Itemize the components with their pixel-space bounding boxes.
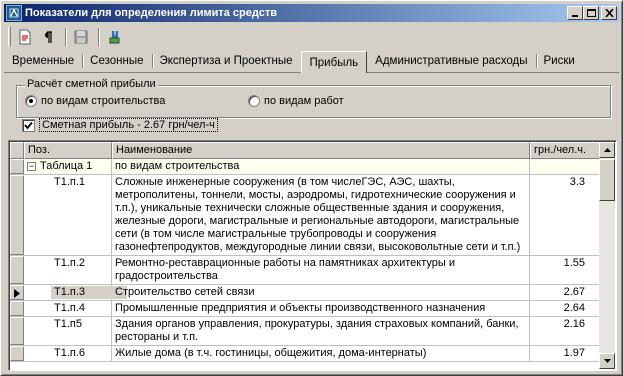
minimize-button[interactable] (567, 6, 583, 20)
radio-selected-icon (25, 95, 37, 107)
tab-temporary[interactable]: Временные (4, 50, 82, 72)
paragraph-button[interactable] (38, 27, 58, 47)
toolbar-separator (98, 27, 100, 46)
row-name: Ремонтно-реставрационные работы на памят… (112, 256, 530, 284)
toolbar (4, 24, 619, 49)
table-header: Поз. Наименование грн./чел.ч. (10, 142, 599, 159)
row-pos-cell: Т1.п.3 (24, 285, 127, 300)
maximize-icon (586, 9, 596, 17)
profit-calc-group: Расчёт сметной прибыли по видам строител… (16, 78, 611, 118)
row-indicator (10, 285, 24, 300)
group-pos: Таблица 1 (40, 160, 93, 172)
row-name: Здания органов управления, прокуратуры, … (112, 317, 530, 345)
toolbar-separator (65, 27, 67, 46)
row-pos: Т1.п5 (24, 317, 112, 345)
profit-table: Поз. Наименование грн./чел.ч. − Таблица … (8, 140, 617, 371)
row-name: Строительство сетей связи (112, 285, 530, 300)
row-pos: Т1.п.1 (24, 175, 112, 255)
current-row-arrow-icon (14, 289, 20, 298)
export-icon (109, 29, 120, 43)
row-indicator (10, 175, 24, 255)
estimate-profit-checkbox[interactable]: Сметная прибыль - 2.67 грн/чел-ч (22, 118, 218, 132)
row-indicator (10, 301, 24, 316)
table-row[interactable]: Т1.п.4 Промышленные предприятия и объект… (10, 301, 599, 317)
row-indicator (10, 159, 24, 174)
row-value: 3.3 (530, 175, 599, 255)
tab-profit[interactable]: Прибыль (300, 51, 368, 73)
scroll-down-button[interactable] (599, 353, 615, 369)
checkbox-label: Сметная прибыль - 2.67 грн/чел-ч (39, 118, 218, 132)
main-window: Показатели для определения лимита средст… (0, 0, 623, 376)
group-pos-cell: − Таблица 1 (24, 159, 112, 174)
header-name[interactable]: Наименование (112, 142, 530, 159)
row-value: 1.55 (530, 256, 599, 284)
group-name: по видам строительства (112, 159, 530, 174)
arrow-down-icon (603, 359, 611, 363)
radio-empty-icon (248, 95, 260, 107)
table-row[interactable]: Т1.п.6 Жилые дома (в т.ч. гостиницы, общ… (10, 346, 599, 362)
document-button[interactable] (15, 27, 35, 47)
header-indicator (10, 142, 24, 159)
checkmark-icon (24, 121, 33, 129)
save-button[interactable] (71, 27, 91, 47)
row-indicator (10, 256, 24, 284)
radio-by-works[interactable]: по видам работ (248, 95, 344, 107)
document-red-icon (19, 29, 31, 44)
app-icon (6, 5, 22, 21)
header-pos[interactable]: Поз. (24, 142, 112, 159)
paragraph-icon (45, 30, 52, 43)
radio-label: по видам работ (264, 95, 344, 107)
toolbar-grip[interactable] (8, 27, 11, 46)
checkbox-box[interactable] (22, 118, 35, 132)
minimize-icon (571, 15, 578, 17)
row-name: Сложные инженерные сооружения (в том чис… (112, 175, 530, 255)
window-title: Показатели для определения лимита средст… (25, 7, 277, 19)
row-name: Жилые дома (в т.ч. гостиницы, общежития,… (112, 346, 530, 361)
vertical-scrollbar[interactable] (599, 142, 615, 369)
table-row[interactable]: Т1.п.1 Сложные инженерные сооружения (в … (10, 175, 599, 256)
row-indicator (10, 346, 24, 361)
row-value: 2.67 (530, 285, 599, 300)
title-bar[interactable]: Показатели для определения лимита средст… (4, 4, 619, 22)
tab-seasonal[interactable]: Сезонные (82, 50, 151, 72)
group-legend: Расчёт сметной прибыли (25, 78, 158, 90)
radio-label: по видам строительства (41, 95, 166, 107)
table-row[interactable]: Т1.п.2 Ремонтно-реставрационные работы н… (10, 256, 599, 285)
header-value[interactable]: грн./чел.ч. (530, 142, 599, 159)
row-value: 2.16 (530, 317, 599, 345)
row-name: Промышленные предприятия и объекты произ… (112, 301, 530, 316)
scroll-up-button[interactable] (599, 142, 615, 158)
row-pos: Т1.п.4 (24, 301, 112, 316)
row-value: 1.97 (530, 346, 599, 361)
group-value (530, 159, 599, 174)
collapse-icon[interactable]: − (27, 162, 36, 171)
table-row[interactable]: Т1.п5 Здания органов управления, прокура… (10, 317, 599, 346)
tab-strip: Временные Сезонные Экспертиза и Проектны… (4, 49, 619, 73)
arrow-up-icon (603, 148, 611, 152)
table-group-row[interactable]: − Таблица 1 по видам строительства (10, 159, 599, 175)
radio-by-construction[interactable]: по видам строительства (25, 95, 165, 107)
tab-risks[interactable]: Риски (535, 50, 583, 72)
tab-expertise[interactable]: Экспертиза и Проектные (151, 50, 301, 72)
row-value: 2.64 (530, 301, 599, 316)
table-row-selected[interactable]: Т1.п.3 Строительство сетей связи 2.67 (10, 285, 599, 301)
tab-administrative[interactable]: Административные расходы (367, 50, 535, 72)
close-icon (604, 9, 614, 17)
row-pos: Т1.п.2 (24, 256, 112, 284)
save-disk-icon (74, 30, 88, 43)
close-button[interactable] (601, 6, 617, 20)
export-button[interactable] (104, 27, 124, 47)
maximize-button[interactable] (583, 6, 599, 20)
row-indicator (10, 317, 24, 345)
row-pos: Т1.п.6 (24, 346, 112, 361)
scroll-thumb[interactable] (599, 159, 615, 201)
